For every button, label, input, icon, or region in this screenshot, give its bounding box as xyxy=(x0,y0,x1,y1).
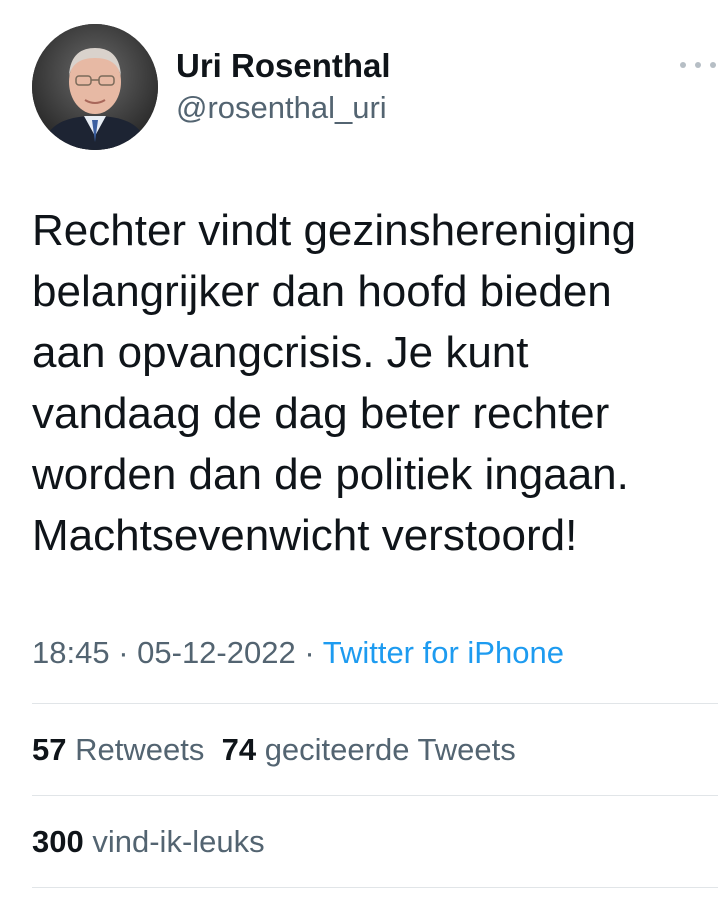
dot xyxy=(680,62,686,68)
tweet-text: Rechter vindt gezinshereniging belangrij… xyxy=(32,200,702,566)
dot xyxy=(695,62,701,68)
divider xyxy=(32,795,718,796)
avatar-photo xyxy=(32,24,158,150)
tweet-text-line: aan opvangcrisis. Je kunt xyxy=(32,328,529,377)
tweet-date[interactable]: 05-12-2022 xyxy=(137,635,296,670)
author-handle[interactable]: @rosenthal_uri xyxy=(176,88,391,128)
likes-stat[interactable]: 300 vind-ik-leuks xyxy=(32,824,265,859)
tweet-text-line: vandaag de dag beter rechter xyxy=(32,389,610,438)
divider xyxy=(32,887,718,888)
tweet-metadata: 18:45 · 05-12-2022 · Twitter for iPhone xyxy=(32,628,564,678)
tweet-time[interactable]: 18:45 xyxy=(32,635,110,670)
retweets-stat[interactable]: 57 Retweets xyxy=(32,732,204,767)
tweet-text-line: worden dan de politiek ingaan. xyxy=(32,450,629,499)
quotes-count: 74 xyxy=(221,732,257,767)
separator: · xyxy=(109,635,138,670)
tweet-source-link[interactable]: Twitter for iPhone xyxy=(323,635,564,670)
like-stats: 300 vind-ik-leuks xyxy=(32,820,265,864)
author-names: Uri Rosenthal @rosenthal_uri xyxy=(176,46,391,128)
tweet-detail: Uri Rosenthal @rosenthal_uri Rechter vin… xyxy=(0,0,718,916)
divider xyxy=(32,703,718,704)
more-options-icon[interactable] xyxy=(680,56,716,74)
dot xyxy=(710,62,716,68)
tweet-header: Uri Rosenthal @rosenthal_uri xyxy=(32,24,692,150)
retweet-stats: 57 Retweets 74 geciteerde Tweets xyxy=(32,728,516,772)
likes-label: vind-ik-leuks xyxy=(92,824,265,859)
quotes-label: geciteerde Tweets xyxy=(264,732,516,767)
separator: · xyxy=(295,635,323,670)
retweets-label: Retweets xyxy=(75,732,205,767)
quotes-stat[interactable]: 74 geciteerde Tweets xyxy=(222,732,516,767)
likes-count: 300 xyxy=(32,824,84,859)
tweet-text-line: belangrijker dan hoofd bieden xyxy=(32,267,612,316)
author-display-name[interactable]: Uri Rosenthal xyxy=(176,46,391,86)
avatar[interactable] xyxy=(32,24,158,150)
tweet-text-line: Machtsevenwicht verstoord! xyxy=(32,511,578,560)
retweets-count: 57 xyxy=(32,732,67,767)
tweet-text-line: Rechter vindt gezinshereniging xyxy=(32,206,637,255)
